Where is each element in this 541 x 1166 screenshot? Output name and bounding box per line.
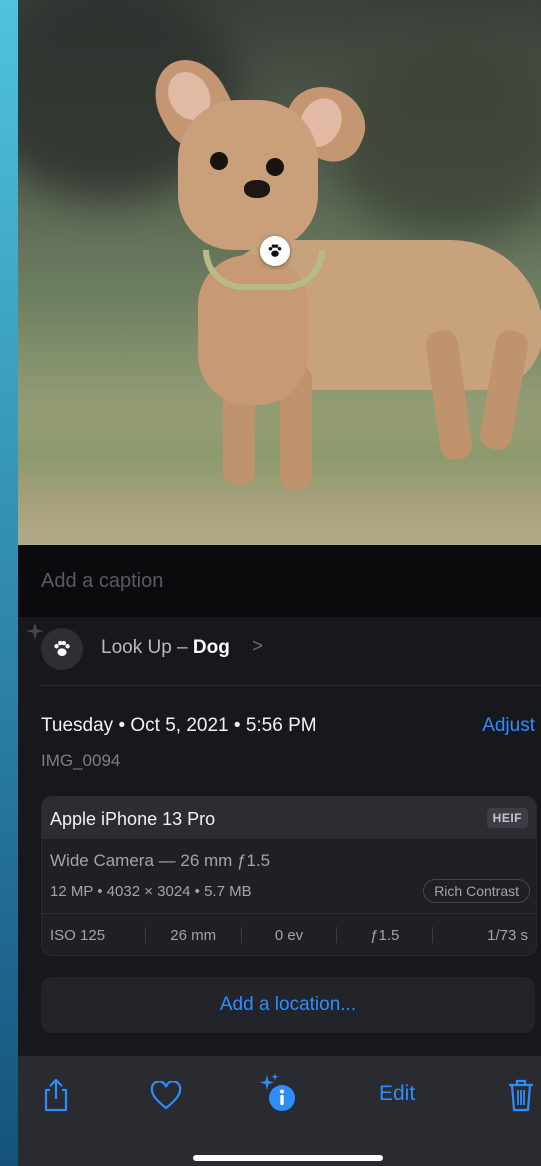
heart-icon[interactable] (148, 1078, 184, 1114)
lookup-subject: Dog (192, 637, 230, 658)
divider (41, 685, 541, 686)
lookup-dog-link[interactable]: Look Up – Dog (101, 637, 230, 659)
image-specs: 12 MP • 4032 × 3024 • 5.7 MB (50, 883, 252, 900)
lens-info: Wide Camera — 26 mm ƒ1.5 (50, 851, 271, 870)
lookup-prefix: Look Up – (101, 637, 193, 658)
format-badge: HEIF (486, 808, 528, 828)
adjust-date-button[interactable]: Adjust (482, 715, 535, 737)
exif-iso: ISO 125 (50, 926, 106, 944)
chevron-right-icon: > (252, 636, 264, 657)
photographic-style-badge: Rich Contrast (423, 879, 530, 903)
lookup-paw-icon[interactable] (41, 628, 83, 670)
visual-lookup-paw-icon[interactable] (260, 236, 290, 266)
photo-viewer: Add a caption Look Up – Dog > Tuesday • … (18, 0, 541, 1166)
add-location-button[interactable]: Add a location... (41, 977, 535, 1033)
dog-photo[interactable] (18, 0, 541, 545)
camera-metadata-card: Apple iPhone 13 Pro HEIF Wide Camera — 2… (41, 796, 537, 956)
trash-icon[interactable] (504, 1076, 538, 1114)
exif-shutter-speed: 1/73 s (487, 926, 528, 944)
edit-button[interactable]: Edit (379, 1082, 415, 1106)
home-indicator[interactable] (193, 1155, 383, 1161)
share-icon[interactable] (38, 1075, 74, 1115)
divider (42, 913, 536, 914)
caption-placeholder[interactable]: Add a caption (41, 570, 163, 593)
exif-aperture: ƒ1.5 (370, 926, 400, 944)
exif-exposure-value: 0 ev (274, 926, 304, 944)
camera-card-header: Apple iPhone 13 Pro HEIF (42, 797, 536, 839)
device-name: Apple iPhone 13 Pro (50, 809, 216, 829)
file-name: IMG_0094 (41, 751, 121, 770)
exif-row: ISO 125 26 mm 0 ev ƒ1.5 1/73 s (42, 922, 536, 948)
sparkle-icon (26, 622, 44, 640)
info-sparkle-icon[interactable] (256, 1072, 300, 1116)
exif-focal-length: 26 mm (170, 926, 217, 944)
capture-date: Tuesday • Oct 5, 2021 • 5:56 PM (41, 715, 317, 736)
